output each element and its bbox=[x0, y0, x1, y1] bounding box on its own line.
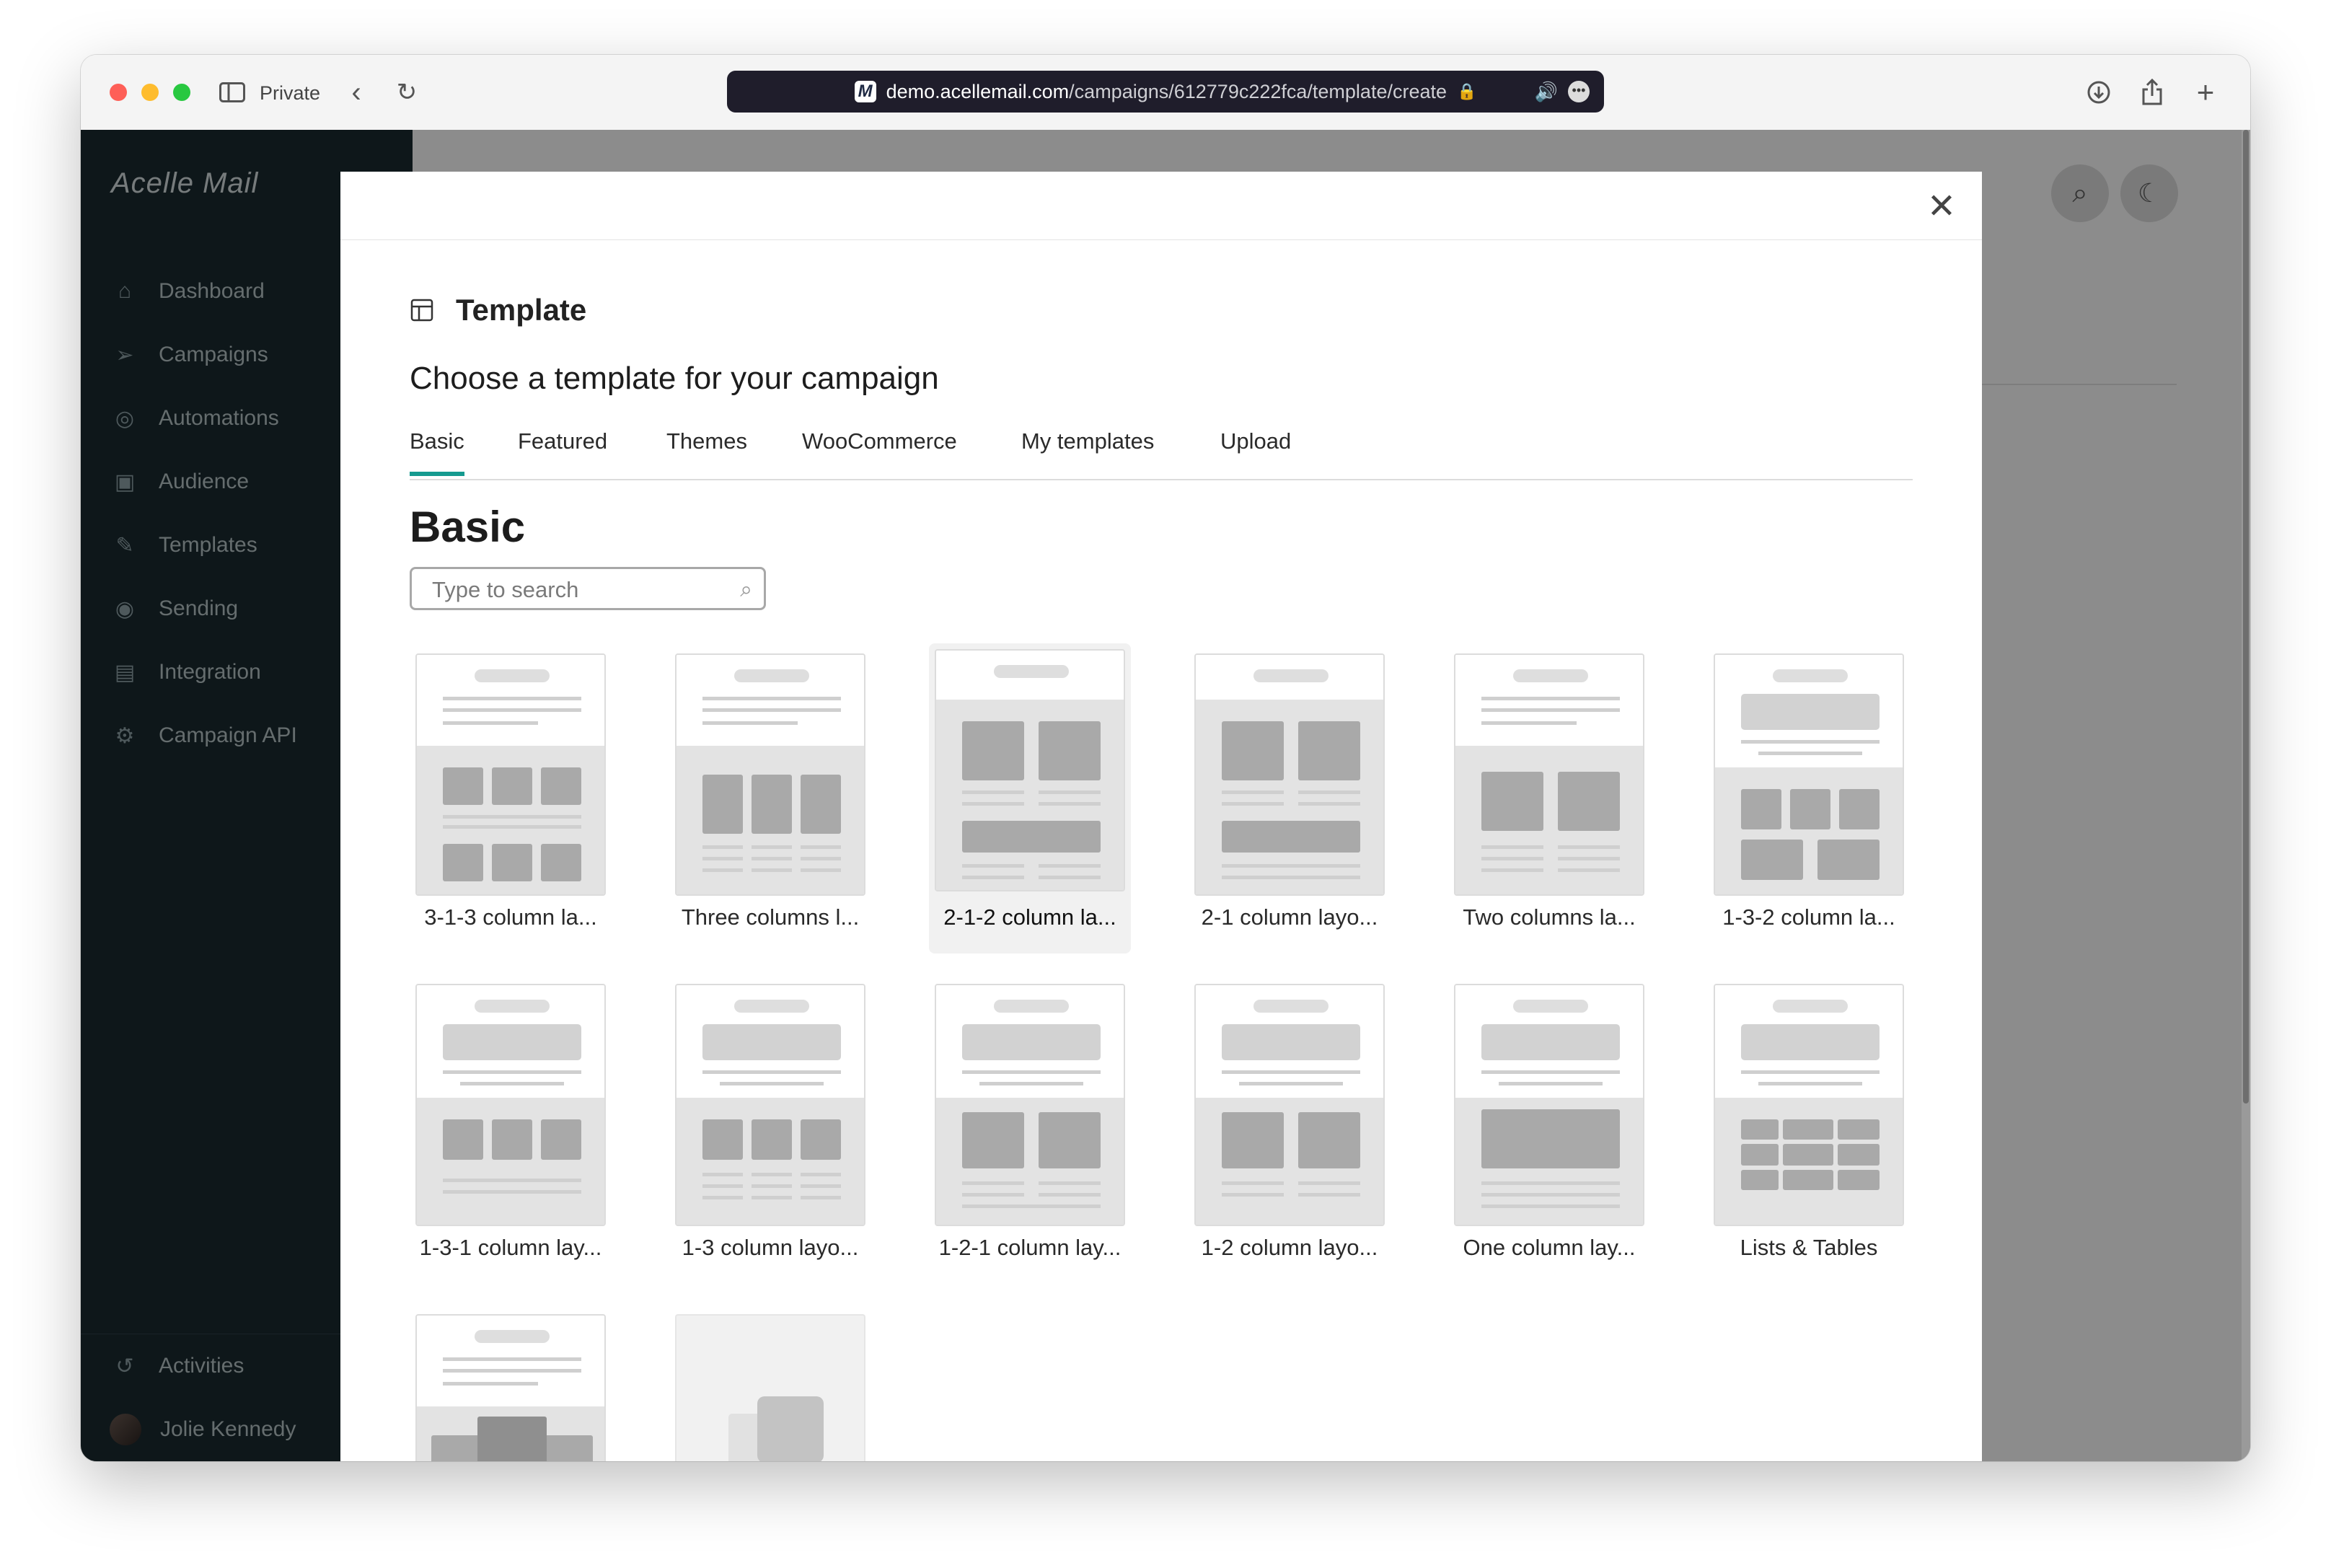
template-tabs: Basic Featured Themes WooCommerce My tem… bbox=[410, 428, 1913, 480]
url-domain: demo.acellemail.com bbox=[886, 80, 1070, 102]
template-name: Three columns l... bbox=[681, 904, 860, 930]
modal-header: ✕ bbox=[340, 172, 1982, 240]
maximize-window-button[interactable] bbox=[173, 84, 190, 101]
download-icon[interactable] bbox=[2081, 75, 2116, 110]
template-thumbnail bbox=[1454, 653, 1644, 896]
template-card[interactable]: Lists & Tables bbox=[1708, 978, 1910, 1288]
browser-window: Private ‹ ↻ M demo.acellemail.com/campai… bbox=[81, 55, 2250, 1461]
tab-themes[interactable]: Themes bbox=[666, 428, 747, 472]
section-title: Basic bbox=[410, 503, 526, 551]
template-thumbnail bbox=[1714, 653, 1904, 896]
lock-icon: 🔒 bbox=[1457, 82, 1477, 100]
template-modal: ✕ Template Choose a template for your ca… bbox=[340, 172, 1982, 1461]
template-thumbnail bbox=[1194, 984, 1385, 1226]
search-input[interactable] bbox=[431, 576, 722, 604]
template-name: 2-1-2 column la... bbox=[943, 904, 1116, 930]
template-name: 1-3 column layo... bbox=[682, 1235, 859, 1260]
template-thumbnail bbox=[415, 1314, 606, 1461]
template-thumbnail bbox=[1714, 984, 1904, 1226]
modal-title-row: Template bbox=[410, 293, 586, 327]
template-name: 1-3-2 column la... bbox=[1722, 904, 1895, 930]
template-card[interactable]: One column lay... bbox=[1448, 978, 1650, 1288]
tab-my-templates[interactable]: My templates bbox=[1021, 428, 1154, 472]
template-card[interactable]: 1-3-1 column lay... bbox=[410, 978, 612, 1288]
template-thumbnail bbox=[935, 984, 1125, 1226]
template-search: ⌕ bbox=[410, 567, 766, 610]
minimize-window-button[interactable] bbox=[141, 84, 159, 101]
template-thumbnail bbox=[415, 653, 606, 896]
template-card[interactable]: 1-2-1 column lay... bbox=[929, 978, 1131, 1288]
template-name: 1-2-1 column lay... bbox=[938, 1235, 1122, 1260]
audio-icon[interactable]: 🔊 bbox=[1535, 81, 1558, 103]
template-card[interactable]: 2-1 column layo... bbox=[1189, 648, 1391, 958]
scrollbar-thumb[interactable] bbox=[2243, 130, 2249, 1104]
template-name: 1-2 column layo... bbox=[1201, 1235, 1378, 1260]
template-name: One column lay... bbox=[1463, 1235, 1636, 1260]
close-icon[interactable]: ✕ bbox=[1921, 186, 1962, 226]
template-card[interactable]: 1-3 column layo... bbox=[669, 978, 871, 1288]
browser-titlebar: Private ‹ ↻ M demo.acellemail.com/campai… bbox=[81, 55, 2250, 131]
close-window-button[interactable] bbox=[110, 84, 127, 101]
url-path: /campaigns/612779c222fca/template/create bbox=[1069, 80, 1447, 102]
template-thumbnail bbox=[675, 1314, 865, 1461]
template-thumbnail bbox=[675, 984, 865, 1226]
theme-toggle-icon: ☾ bbox=[2120, 164, 2178, 222]
modal-title: Template bbox=[456, 293, 587, 327]
template-thumbnail bbox=[1194, 653, 1385, 896]
template-card[interactable]: 1-3-2 column la... bbox=[1708, 648, 1910, 958]
template-name: 1-3-1 column lay... bbox=[419, 1235, 602, 1260]
template-card-selected[interactable]: 2-1-2 column la... bbox=[929, 643, 1131, 953]
tab-upload[interactable]: Upload bbox=[1220, 428, 1291, 472]
template-icon bbox=[410, 299, 433, 322]
blank-template-card[interactable] bbox=[669, 1308, 871, 1461]
template-thumbnail bbox=[1454, 984, 1644, 1226]
tab-featured[interactable]: Featured bbox=[518, 428, 607, 472]
template-thumbnail bbox=[415, 984, 606, 1226]
search-icon: ⌕ bbox=[2051, 164, 2109, 222]
share-icon[interactable] bbox=[2135, 75, 2169, 110]
scrollbar[interactable] bbox=[2242, 130, 2250, 1461]
template-card[interactable]: Three columns l... bbox=[669, 648, 871, 958]
template-thumbnail bbox=[935, 649, 1125, 891]
address-bar[interactable]: M demo.acellemail.com/campaigns/612779c2… bbox=[727, 71, 1604, 113]
app-area: Acelle Mail ⌂ Dashboard ➢ Campaigns ◎ Au… bbox=[81, 130, 2250, 1461]
site-favicon: M bbox=[854, 81, 876, 102]
template-thumbnail bbox=[675, 653, 865, 896]
tab-woocommerce[interactable]: WooCommerce bbox=[802, 428, 957, 472]
template-name: 3-1-3 column la... bbox=[424, 904, 597, 930]
new-tab-icon[interactable]: + bbox=[2188, 75, 2223, 110]
sidebar-toggle-icon[interactable] bbox=[218, 75, 247, 110]
template-card[interactable]: Two columns la... bbox=[1448, 648, 1650, 958]
modal-subtitle: Choose a template for your campaign bbox=[410, 361, 939, 396]
back-icon[interactable]: ‹ bbox=[342, 75, 371, 110]
template-card[interactable] bbox=[410, 1308, 612, 1461]
template-name: Two columns la... bbox=[1463, 904, 1636, 930]
reload-icon[interactable]: ↻ bbox=[392, 75, 421, 110]
private-label: Private bbox=[260, 82, 321, 104]
tab-basic[interactable]: Basic bbox=[410, 428, 464, 476]
backdrop-divider bbox=[1982, 384, 2177, 385]
template-card[interactable]: 3-1-3 column la... bbox=[410, 648, 612, 958]
template-name: Lists & Tables bbox=[1740, 1235, 1878, 1260]
search-icon: ⌕ bbox=[740, 578, 752, 602]
more-icon[interactable]: ••• bbox=[1568, 81, 1590, 102]
template-name: 2-1 column layo... bbox=[1201, 904, 1378, 930]
template-card[interactable]: 1-2 column layo... bbox=[1189, 978, 1391, 1288]
